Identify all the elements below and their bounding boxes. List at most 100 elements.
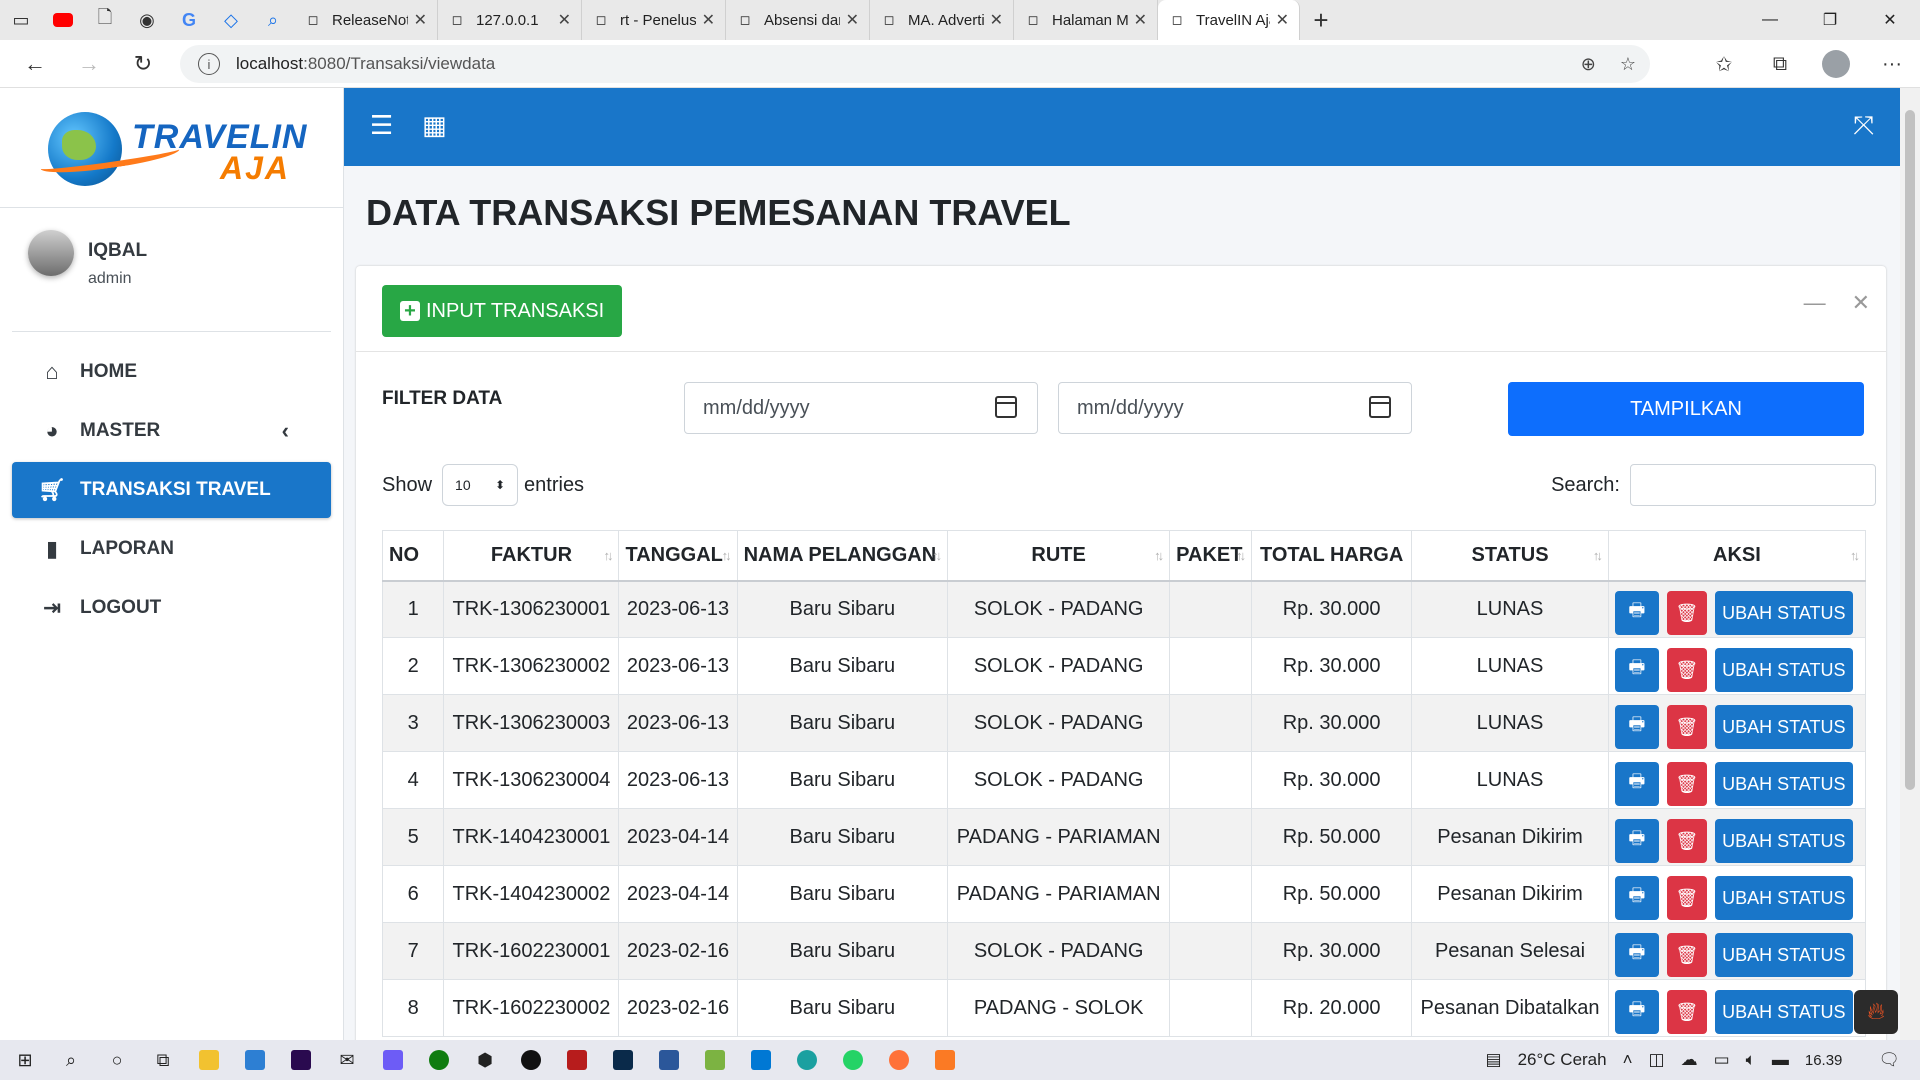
xbox-icon[interactable]	[416, 1040, 462, 1080]
chevron-up-icon[interactable]: ˄	[1623, 1050, 1633, 1070]
task-view-icon[interactable]: ⧉	[140, 1040, 186, 1080]
delete-button[interactable]: 🗑︎	[1666, 648, 1707, 692]
word-icon[interactable]	[646, 1040, 692, 1080]
maximize-button[interactable]: ❐	[1800, 0, 1860, 40]
browser-tab[interactable]: ◻ Halaman Ma ✕	[1014, 0, 1158, 40]
browser-tab[interactable]: ◻ Absensi dan ✕	[726, 0, 870, 40]
sidebar-item-home[interactable]: ⌂ HOME	[12, 344, 331, 400]
delete-button[interactable]: 🗑︎	[1666, 591, 1707, 636]
photoshop-icon[interactable]	[600, 1040, 646, 1080]
cloud-icon[interactable]: ☁	[1681, 1050, 1698, 1070]
code-tab-icon[interactable]: ◇	[210, 0, 252, 40]
ubah-status-button[interactable]: UBAH STATUS	[1714, 762, 1853, 806]
close-tab-icon[interactable]: ✕	[846, 10, 859, 30]
close-card-icon[interactable]: ✕	[1852, 290, 1870, 316]
filezilla-icon[interactable]	[554, 1040, 600, 1080]
mail-icon[interactable]: ✉	[324, 1040, 370, 1080]
search-icon[interactable]: ⌕	[48, 1040, 94, 1080]
hamburger-menu-icon[interactable]: ☰	[370, 110, 393, 141]
weather-text[interactable]: 26°C Cerah	[1518, 1050, 1607, 1070]
column-header-aksi[interactable]: AKSI ↑↓	[1607, 530, 1867, 582]
delete-button[interactable]: 🗑︎	[1666, 762, 1707, 806]
search-tab-icon[interactable]: ⌕	[252, 0, 294, 40]
browser-tab[interactable]: ◻ TravelIN Aja ✕	[1158, 0, 1300, 40]
network-icon[interactable]: ▭	[1714, 1050, 1730, 1070]
forward-button[interactable]: →	[62, 40, 116, 88]
column-header-tanggal[interactable]: TANGGAL ↑↓	[618, 530, 738, 582]
notification-icon[interactable]: 🗨︎	[1878, 1050, 1900, 1070]
column-header-status[interactable]: STATUS ↑↓	[1411, 530, 1609, 582]
weather-icon[interactable]: ▤	[1486, 1050, 1502, 1070]
print-button[interactable]: 🖶︎	[1614, 933, 1659, 977]
browser-menu-icon[interactable]: ···	[1864, 53, 1920, 76]
print-button[interactable]: 🖶︎	[1614, 819, 1659, 863]
ubah-status-button[interactable]: UBAH STATUS	[1714, 705, 1853, 749]
close-tab-icon[interactable]: ✕	[558, 10, 571, 30]
tampilkan-button[interactable]: TAMPILKAN	[1508, 382, 1864, 436]
print-button[interactable]: 🖶︎	[1614, 762, 1659, 806]
browser-tab[interactable]: ◻ ReleaseNote ✕	[294, 0, 438, 40]
print-button[interactable]: 🖶︎	[1614, 990, 1659, 1034]
cortana-icon[interactable]: ○	[94, 1040, 140, 1080]
ubah-status-button[interactable]: UBAH STATUS	[1714, 990, 1853, 1034]
reload-button[interactable]: ↻	[116, 40, 170, 88]
sidebar-item-laporan[interactable]: ▮ LAPORAN	[12, 521, 331, 577]
ubah-status-button[interactable]: UBAH STATUS	[1714, 648, 1853, 692]
delete-button[interactable]: 🗑︎	[1666, 876, 1707, 920]
battery-icon[interactable]: ▬	[1772, 1050, 1789, 1070]
ubah-status-button[interactable]: UBAH STATUS	[1714, 933, 1853, 977]
fire-icon[interactable]: 🔥︎	[1854, 990, 1898, 1034]
ubah-status-button[interactable]: UBAH STATUS	[1714, 876, 1853, 920]
volume-icon[interactable]: 🔈︎	[1746, 1050, 1756, 1070]
back-button[interactable]: ←	[8, 40, 62, 88]
close-tab-icon[interactable]: ✕	[414, 10, 427, 30]
sidebar-item-master[interactable]: ◕ MASTER ‹	[12, 403, 331, 459]
url-field[interactable]: i localhost:8080/Transaksi/viewdata ⊕ ☆	[180, 45, 1650, 83]
clock-time[interactable]: 16.39	[1805, 1052, 1843, 1069]
new-tab-button[interactable]: +	[1300, 0, 1342, 40]
collections-icon[interactable]: ⧉	[1752, 53, 1808, 76]
after-effects-icon[interactable]	[370, 1040, 416, 1080]
brand-logo[interactable]: TRAVELIN AJA	[0, 88, 343, 208]
browser-tab[interactable]: ◻ MA. Advertis ✕	[870, 0, 1014, 40]
date-from-input[interactable]: mm/dd/yyyy	[684, 382, 1038, 434]
column-header-paket[interactable]: PAKET ↑↓	[1169, 530, 1253, 582]
xampp-icon[interactable]	[922, 1040, 968, 1080]
input-transaksi-button[interactable]: + INPUT TRANSAKSI	[382, 285, 623, 337]
close-tab-icon[interactable]: ✕	[990, 10, 1003, 30]
column-header-no[interactable]: NO	[381, 530, 445, 582]
firefox-icon[interactable]	[876, 1040, 922, 1080]
google-tab-icon[interactable]: G	[168, 0, 210, 40]
close-tab-icon[interactable]: ✕	[1276, 10, 1289, 30]
favorite-add-icon[interactable]: ☆	[1620, 54, 1636, 75]
browser-tab[interactable]: ◻ 127.0.0.1 ✕	[438, 0, 582, 40]
fullscreen-icon[interactable]: ⤧	[1853, 110, 1874, 142]
column-header-total-harga[interactable]: TOTAL HARGA	[1251, 530, 1413, 582]
start-windows-icon[interactable]: ⊞	[2, 1040, 48, 1080]
close-window-button[interactable]: ✕	[1860, 0, 1920, 40]
date-to-input[interactable]: mm/dd/yyyy	[1058, 382, 1412, 434]
file-explorer-icon[interactable]	[186, 1040, 232, 1080]
sidebar-item-transaksi-travel[interactable]: 🛒︎ TRANSAKSI TRAVEL	[12, 462, 331, 518]
minimize-button[interactable]: —	[1740, 0, 1800, 40]
sidebar-item-logout[interactable]: ⇥ LOGOUT	[12, 580, 331, 636]
close-tab-icon[interactable]: ✕	[1134, 10, 1147, 30]
page-scrollbar[interactable]	[1900, 88, 1920, 1040]
collapse-card-icon[interactable]: —	[1804, 290, 1826, 316]
browser-tab[interactable]: ◻ rt - Penelusu ✕	[582, 0, 726, 40]
column-header-rute[interactable]: RUTE ↑↓	[947, 530, 1171, 582]
store-icon[interactable]	[232, 1040, 278, 1080]
site-info-icon[interactable]: i	[198, 53, 220, 75]
delete-button[interactable]: 🗑︎	[1666, 819, 1707, 863]
delete-button[interactable]: 🗑︎	[1666, 705, 1707, 749]
close-tab-icon[interactable]: ✕	[702, 10, 715, 30]
search-input[interactable]	[1630, 464, 1876, 506]
user-name[interactable]: IQBAL	[88, 240, 147, 262]
tiktok-icon[interactable]	[508, 1040, 554, 1080]
tray-app-icon[interactable]: ◫	[1649, 1050, 1665, 1070]
calendar-icon[interactable]	[995, 396, 1017, 418]
github-tab-icon[interactable]: ◉	[126, 0, 168, 40]
youtube-tab-icon[interactable]	[42, 0, 84, 40]
print-button[interactable]: 🖶︎	[1614, 705, 1659, 749]
ubah-status-button[interactable]: UBAH STATUS	[1714, 819, 1853, 863]
